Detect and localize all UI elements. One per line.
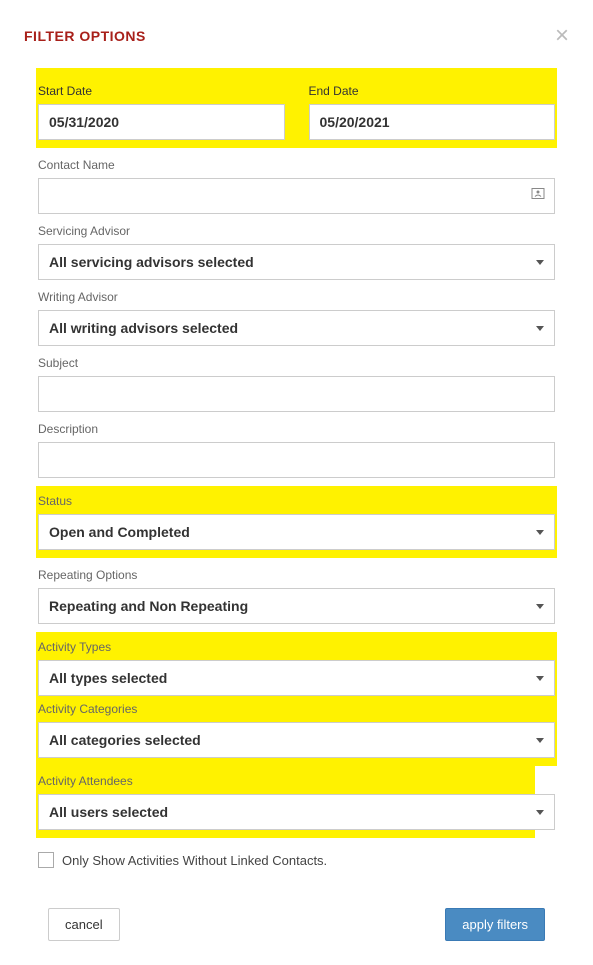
activity-types-group: Activity Types All types selected bbox=[38, 640, 555, 696]
repeating-label: Repeating Options bbox=[38, 568, 555, 582]
chevron-down-icon bbox=[536, 326, 544, 331]
modal-header: FILTER OPTIONS × bbox=[24, 24, 569, 48]
start-date-col: Start Date bbox=[38, 74, 285, 140]
repeating-group: Repeating Options Repeating and Non Repe… bbox=[38, 568, 555, 624]
activity-categories-select[interactable]: All categories selected bbox=[38, 722, 555, 758]
description-group: Description bbox=[38, 422, 555, 478]
writing-advisor-group: Writing Advisor All writing advisors sel… bbox=[38, 290, 555, 346]
activity-categories-group: Activity Categories All categories selec… bbox=[38, 702, 555, 758]
only-unlinked-checkbox[interactable] bbox=[38, 852, 54, 868]
activity-attendees-value: All users selected bbox=[49, 804, 168, 820]
start-date-label: Start Date bbox=[38, 84, 285, 98]
chevron-down-icon bbox=[536, 676, 544, 681]
writing-advisor-value: All writing advisors selected bbox=[49, 320, 238, 336]
activity-types-value: All types selected bbox=[49, 670, 167, 686]
activity-attendees-select[interactable]: All users selected bbox=[38, 794, 555, 830]
activity-highlight-block: Activity Types All types selected Activi… bbox=[36, 632, 557, 766]
status-group: Status Open and Completed bbox=[36, 486, 557, 558]
chevron-down-icon bbox=[536, 530, 544, 535]
servicing-advisor-group: Servicing Advisor All servicing advisors… bbox=[38, 224, 555, 280]
activity-types-label: Activity Types bbox=[38, 640, 555, 654]
servicing-advisor-label: Servicing Advisor bbox=[38, 224, 555, 238]
chevron-down-icon bbox=[536, 738, 544, 743]
contact-name-label: Contact Name bbox=[38, 158, 555, 172]
activity-attendees-group: Activity Attendees All users selected bbox=[36, 766, 535, 838]
modal-title: FILTER OPTIONS bbox=[24, 28, 146, 44]
repeating-select[interactable]: Repeating and Non Repeating bbox=[38, 588, 555, 624]
status-select[interactable]: Open and Completed bbox=[38, 514, 555, 550]
subject-input[interactable] bbox=[38, 376, 555, 412]
only-unlinked-row: Only Show Activities Without Linked Cont… bbox=[38, 852, 555, 868]
modal-footer: cancel apply filters bbox=[24, 884, 569, 941]
description-label: Description bbox=[38, 422, 555, 436]
subject-label: Subject bbox=[38, 356, 555, 370]
status-value: Open and Completed bbox=[49, 524, 190, 540]
servicing-advisor-select[interactable]: All servicing advisors selected bbox=[38, 244, 555, 280]
form-body: Start Date End Date Contact Name Servici… bbox=[24, 68, 569, 868]
contact-name-input[interactable] bbox=[38, 178, 555, 214]
chevron-down-icon bbox=[536, 810, 544, 815]
writing-advisor-select[interactable]: All writing advisors selected bbox=[38, 310, 555, 346]
chevron-down-icon bbox=[536, 260, 544, 265]
activity-categories-label: Activity Categories bbox=[38, 702, 555, 716]
subject-group: Subject bbox=[38, 356, 555, 412]
filter-options-modal: FILTER OPTIONS × Start Date End Date Con… bbox=[0, 0, 593, 965]
end-date-label: End Date bbox=[309, 84, 556, 98]
start-date-input[interactable] bbox=[38, 104, 285, 140]
description-input[interactable] bbox=[38, 442, 555, 478]
activity-attendees-label: Activity Attendees bbox=[38, 774, 533, 788]
chevron-down-icon bbox=[536, 604, 544, 609]
apply-filters-button[interactable]: apply filters bbox=[445, 908, 545, 941]
date-range-row: Start Date End Date bbox=[36, 68, 557, 148]
end-date-input[interactable] bbox=[309, 104, 556, 140]
end-date-col: End Date bbox=[309, 74, 556, 140]
contact-name-group: Contact Name bbox=[38, 158, 555, 214]
cancel-button[interactable]: cancel bbox=[48, 908, 120, 941]
contact-input-wrapper bbox=[38, 178, 555, 214]
repeating-value: Repeating and Non Repeating bbox=[49, 598, 248, 614]
activity-types-select[interactable]: All types selected bbox=[38, 660, 555, 696]
activity-categories-value: All categories selected bbox=[49, 732, 201, 748]
only-unlinked-label: Only Show Activities Without Linked Cont… bbox=[62, 853, 327, 868]
status-label: Status bbox=[38, 494, 555, 508]
servicing-advisor-value: All servicing advisors selected bbox=[49, 254, 254, 270]
close-icon[interactable]: × bbox=[555, 24, 569, 48]
writing-advisor-label: Writing Advisor bbox=[38, 290, 555, 304]
